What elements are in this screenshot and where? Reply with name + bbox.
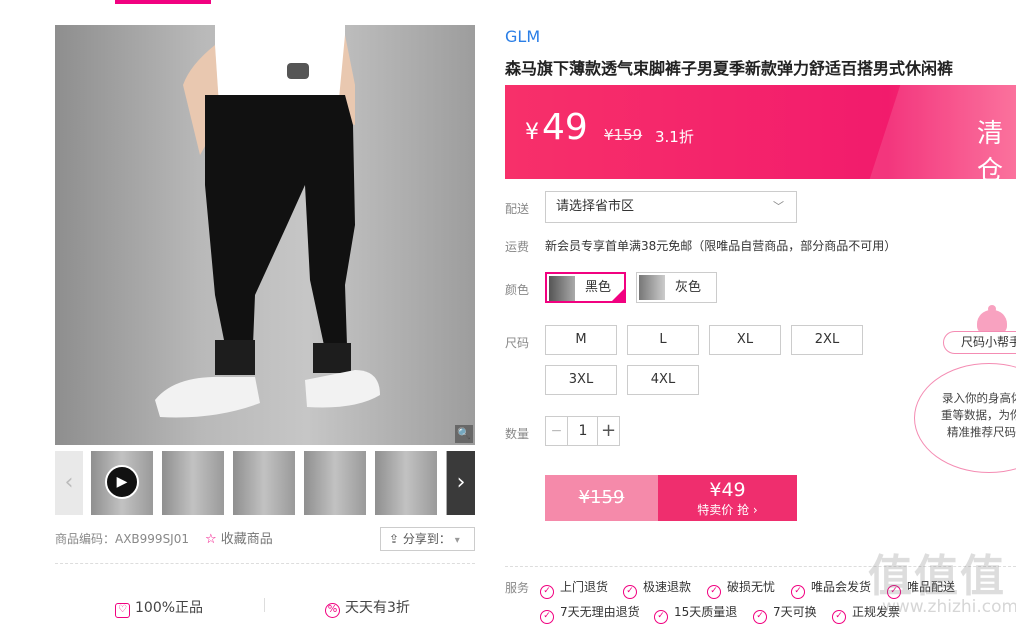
size-label: 尺码 <box>505 336 530 350</box>
color-label: 颜色 <box>505 283 530 297</box>
shield-icon: ♡ <box>115 603 130 618</box>
share-icon: ⇪ <box>389 532 400 546</box>
check-icon: ✓ <box>832 610 846 624</box>
favorite-button[interactable]: ☆ 收藏商品 <box>205 528 273 547</box>
product-title: 森马旗下薄款透气束脚裤子男夏季新款弹力舒适百搭男式休闲裤 <box>505 59 954 78</box>
region-select[interactable]: 请选择省市区 ﹀ <box>545 191 797 223</box>
quantity-stepper: − 1 + <box>545 416 620 446</box>
watermark-logo: 值值值 <box>868 551 1006 602</box>
selected-check-icon <box>611 288 624 301</box>
thumbnail-item[interactable] <box>375 451 437 515</box>
quantity-decrease-button[interactable]: − <box>546 417 568 445</box>
shipping-text: 新会员专享首单满38元免邮（限唯品自营商品，部分商品不可用） <box>545 239 897 253</box>
star-icon: ☆ <box>205 532 217 547</box>
share-button[interactable]: ⇪ 分享到： ▾ <box>380 527 475 551</box>
size-helper-button[interactable]: 尺码小帮手 <box>943 331 1016 354</box>
buy-now[interactable]: ¥49 特卖价 抢 › <box>658 475 797 521</box>
service-item: ✓ 7天无理由退货 <box>540 603 640 624</box>
chevron-down-icon: ▾ <box>454 535 460 546</box>
service-item: ✓ 破损无忧 <box>707 578 775 599</box>
buy-price: ¥49 <box>709 479 746 501</box>
sku-code: 商品编码：AXB999SJ01 <box>55 532 189 546</box>
quantity-label: 数量 <box>505 427 530 441</box>
service-item: ✓ 7天可换 <box>753 603 817 624</box>
divider <box>55 563 475 564</box>
thumbnail-video[interactable]: ▶ <box>91 451 153 515</box>
thumbnail-item[interactable] <box>304 451 366 515</box>
thumbnail-item[interactable] <box>162 451 224 515</box>
color-option-gray[interactable]: 灰色 <box>636 272 717 303</box>
buy-button[interactable]: ¥159 ¥49 特卖价 抢 › <box>545 475 797 521</box>
play-icon[interactable]: ▶ <box>105 465 139 499</box>
zoom-icon[interactable]: 🔍 <box>455 425 473 443</box>
buy-action-label: 特卖价 抢 › <box>697 503 758 517</box>
thumbnail-strip: ‹ ▶ › <box>55 451 475 515</box>
service-item: ✓ 极速退款 <box>623 578 691 599</box>
discount-label: 3.1折 <box>655 128 694 146</box>
color-swatch <box>639 275 665 300</box>
share-label: 分享到： <box>402 532 451 546</box>
promise-discount: % 天天有3折 <box>325 597 410 618</box>
watermark-site: www.zhizhi.com <box>882 597 1016 617</box>
check-icon: ✓ <box>707 585 721 599</box>
delivery-label: 配送 <box>505 202 530 216</box>
service-item: ✓ 上门退货 <box>540 578 608 599</box>
promise-authentic: ♡ 100%正品 <box>115 597 203 618</box>
original-price: ¥159 <box>604 126 643 144</box>
size-option-3xl[interactable]: 3XL <box>545 365 617 395</box>
shipping-label: 运费 <box>505 240 530 254</box>
color-swatch <box>549 276 575 301</box>
current-price: ¥49 <box>525 107 588 148</box>
size-option-2xl[interactable]: 2XL <box>791 325 863 355</box>
divider <box>264 598 265 612</box>
product-main-image[interactable]: 🔍 <box>55 25 475 445</box>
brand-link[interactable]: GLM <box>505 27 540 46</box>
top-accent-bar <box>115 0 211 4</box>
check-icon: ✓ <box>540 585 554 599</box>
pants-model-illustration <box>155 25 380 418</box>
service-item: ✓ 唯品会发货 <box>791 578 871 599</box>
thumbnail-next-button[interactable]: › <box>447 451 475 515</box>
check-icon: ✓ <box>540 610 554 624</box>
color-option-black[interactable]: 黑色 <box>545 272 626 303</box>
price-bar: ¥49 ¥159 3.1折 清仓 <box>505 85 1016 179</box>
size-option-l[interactable]: L <box>627 325 699 355</box>
service-item: ✓ 15天质量退 <box>654 603 737 624</box>
size-option-xl[interactable]: XL <box>709 325 781 355</box>
size-helper-bubble[interactable]: 录入你的身高体 重等数据，为你 精准推荐尺码 <box>914 363 1016 473</box>
favorite-label: 收藏商品 <box>220 532 273 547</box>
size-option-4xl[interactable]: 4XL <box>627 365 699 395</box>
quantity-increase-button[interactable]: + <box>597 417 619 445</box>
check-icon: ✓ <box>753 610 767 624</box>
percent-icon: % <box>325 603 340 618</box>
quantity-input[interactable]: 1 <box>568 417 598 445</box>
check-icon: ✓ <box>654 610 668 624</box>
clearance-tag: 清仓 <box>977 119 1004 179</box>
thumbnail-item[interactable] <box>233 451 295 515</box>
thumbnail-prev-button[interactable]: ‹ <box>55 451 83 515</box>
buy-old-price: ¥159 <box>545 475 658 521</box>
check-icon: ✓ <box>623 585 637 599</box>
chevron-down-icon: ﹀ <box>773 200 784 213</box>
check-icon: ✓ <box>791 585 805 599</box>
size-option-m[interactable]: M <box>545 325 617 355</box>
services-label: 服务 <box>505 581 530 595</box>
